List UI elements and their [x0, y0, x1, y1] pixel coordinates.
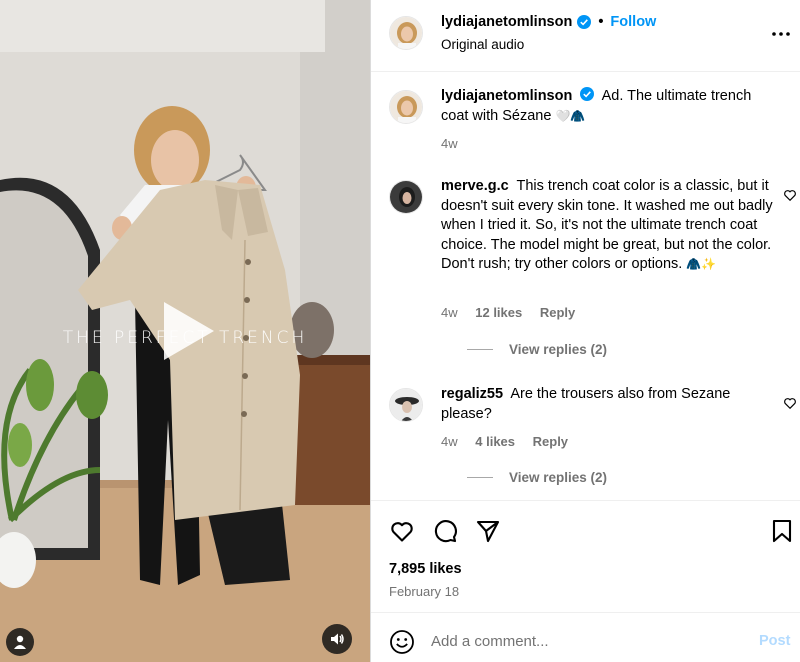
add-comment-bar: Post	[371, 612, 800, 662]
play-icon[interactable]	[150, 296, 220, 366]
comment-emoji: 🧥✨	[686, 257, 717, 271]
comment-text-block: merve.g.c This trench coat color is a cl…	[441, 177, 781, 275]
comment-likes[interactable]: 12 likes	[475, 305, 522, 320]
comment-icon[interactable]	[432, 518, 458, 544]
post-header: lydiajanetomlinson • Follow Original aud…	[371, 0, 800, 72]
comment-text-block: regaliz55 Are the trousers also from Sez…	[441, 385, 781, 424]
caption-emoji: 🤍🧥	[555, 108, 586, 123]
reel-viewer: THE PERFECT TRENCH lydiajanetomlinson • …	[0, 0, 800, 662]
more-options-icon[interactable]	[769, 24, 793, 44]
audio-label[interactable]: Original audio	[441, 37, 524, 52]
comment-age[interactable]: 4w	[441, 434, 458, 449]
reply-button[interactable]: Reply	[540, 305, 575, 320]
speaker-icon[interactable]	[322, 624, 352, 654]
post-date[interactable]: February 18	[389, 584, 459, 599]
emoji-icon[interactable]	[389, 629, 415, 655]
share-icon[interactable]	[475, 518, 501, 544]
likes-count[interactable]: 7,895 likes	[389, 561, 462, 577]
caption-age[interactable]: 4w	[441, 136, 458, 151]
comment-age[interactable]: 4w	[441, 305, 458, 320]
avatar[interactable]	[389, 180, 423, 214]
reply-button[interactable]: Reply	[533, 434, 568, 449]
comments-list[interactable]: lydiajanetomlinson Ad. The ultimate tren…	[371, 72, 800, 500]
comment-meta: 4w 4 likes Reply	[441, 434, 582, 449]
caption-username[interactable]: lydiajanetomlinson	[441, 88, 572, 104]
view-replies-button[interactable]: View replies (2)	[467, 342, 607, 357]
post-button[interactable]: Post	[759, 633, 790, 649]
user-icon[interactable]	[6, 628, 34, 656]
caption-text-block: lydiajanetomlinson Ad. The ultimate tren…	[441, 87, 781, 126]
like-comment-heart-icon[interactable]	[783, 188, 797, 202]
author-username[interactable]: lydiajanetomlinson	[441, 14, 572, 30]
comment-username[interactable]: merve.g.c	[441, 178, 509, 194]
comment-likes[interactable]: 4 likes	[475, 434, 515, 449]
like-comment-heart-icon[interactable]	[783, 396, 797, 410]
avatar[interactable]	[389, 388, 423, 422]
view-replies-label: View replies (2)	[509, 470, 608, 485]
comment-meta: 4w 12 likes Reply	[441, 305, 589, 320]
avatar[interactable]	[389, 16, 423, 50]
follow-button[interactable]: Follow	[610, 14, 656, 30]
post-actions: 7,895 likes February 18	[371, 500, 800, 612]
replies-divider	[467, 349, 493, 350]
verified-badge-icon	[580, 87, 595, 101]
view-replies-button[interactable]: View replies (2)	[467, 470, 607, 485]
post-panel: lydiajanetomlinson • Follow Original aud…	[370, 0, 800, 662]
bookmark-icon[interactable]	[769, 518, 795, 544]
replies-divider	[467, 477, 493, 478]
comment-input[interactable]	[431, 627, 731, 655]
caption-meta: 4w	[441, 136, 472, 151]
comment-username[interactable]: regaliz55	[441, 386, 503, 402]
separator-dot: •	[598, 14, 604, 30]
view-replies-label: View replies (2)	[509, 342, 608, 357]
heart-icon[interactable]	[389, 518, 415, 544]
video-player[interactable]: THE PERFECT TRENCH	[0, 0, 370, 662]
avatar[interactable]	[389, 90, 423, 124]
verified-badge-icon	[577, 15, 592, 29]
